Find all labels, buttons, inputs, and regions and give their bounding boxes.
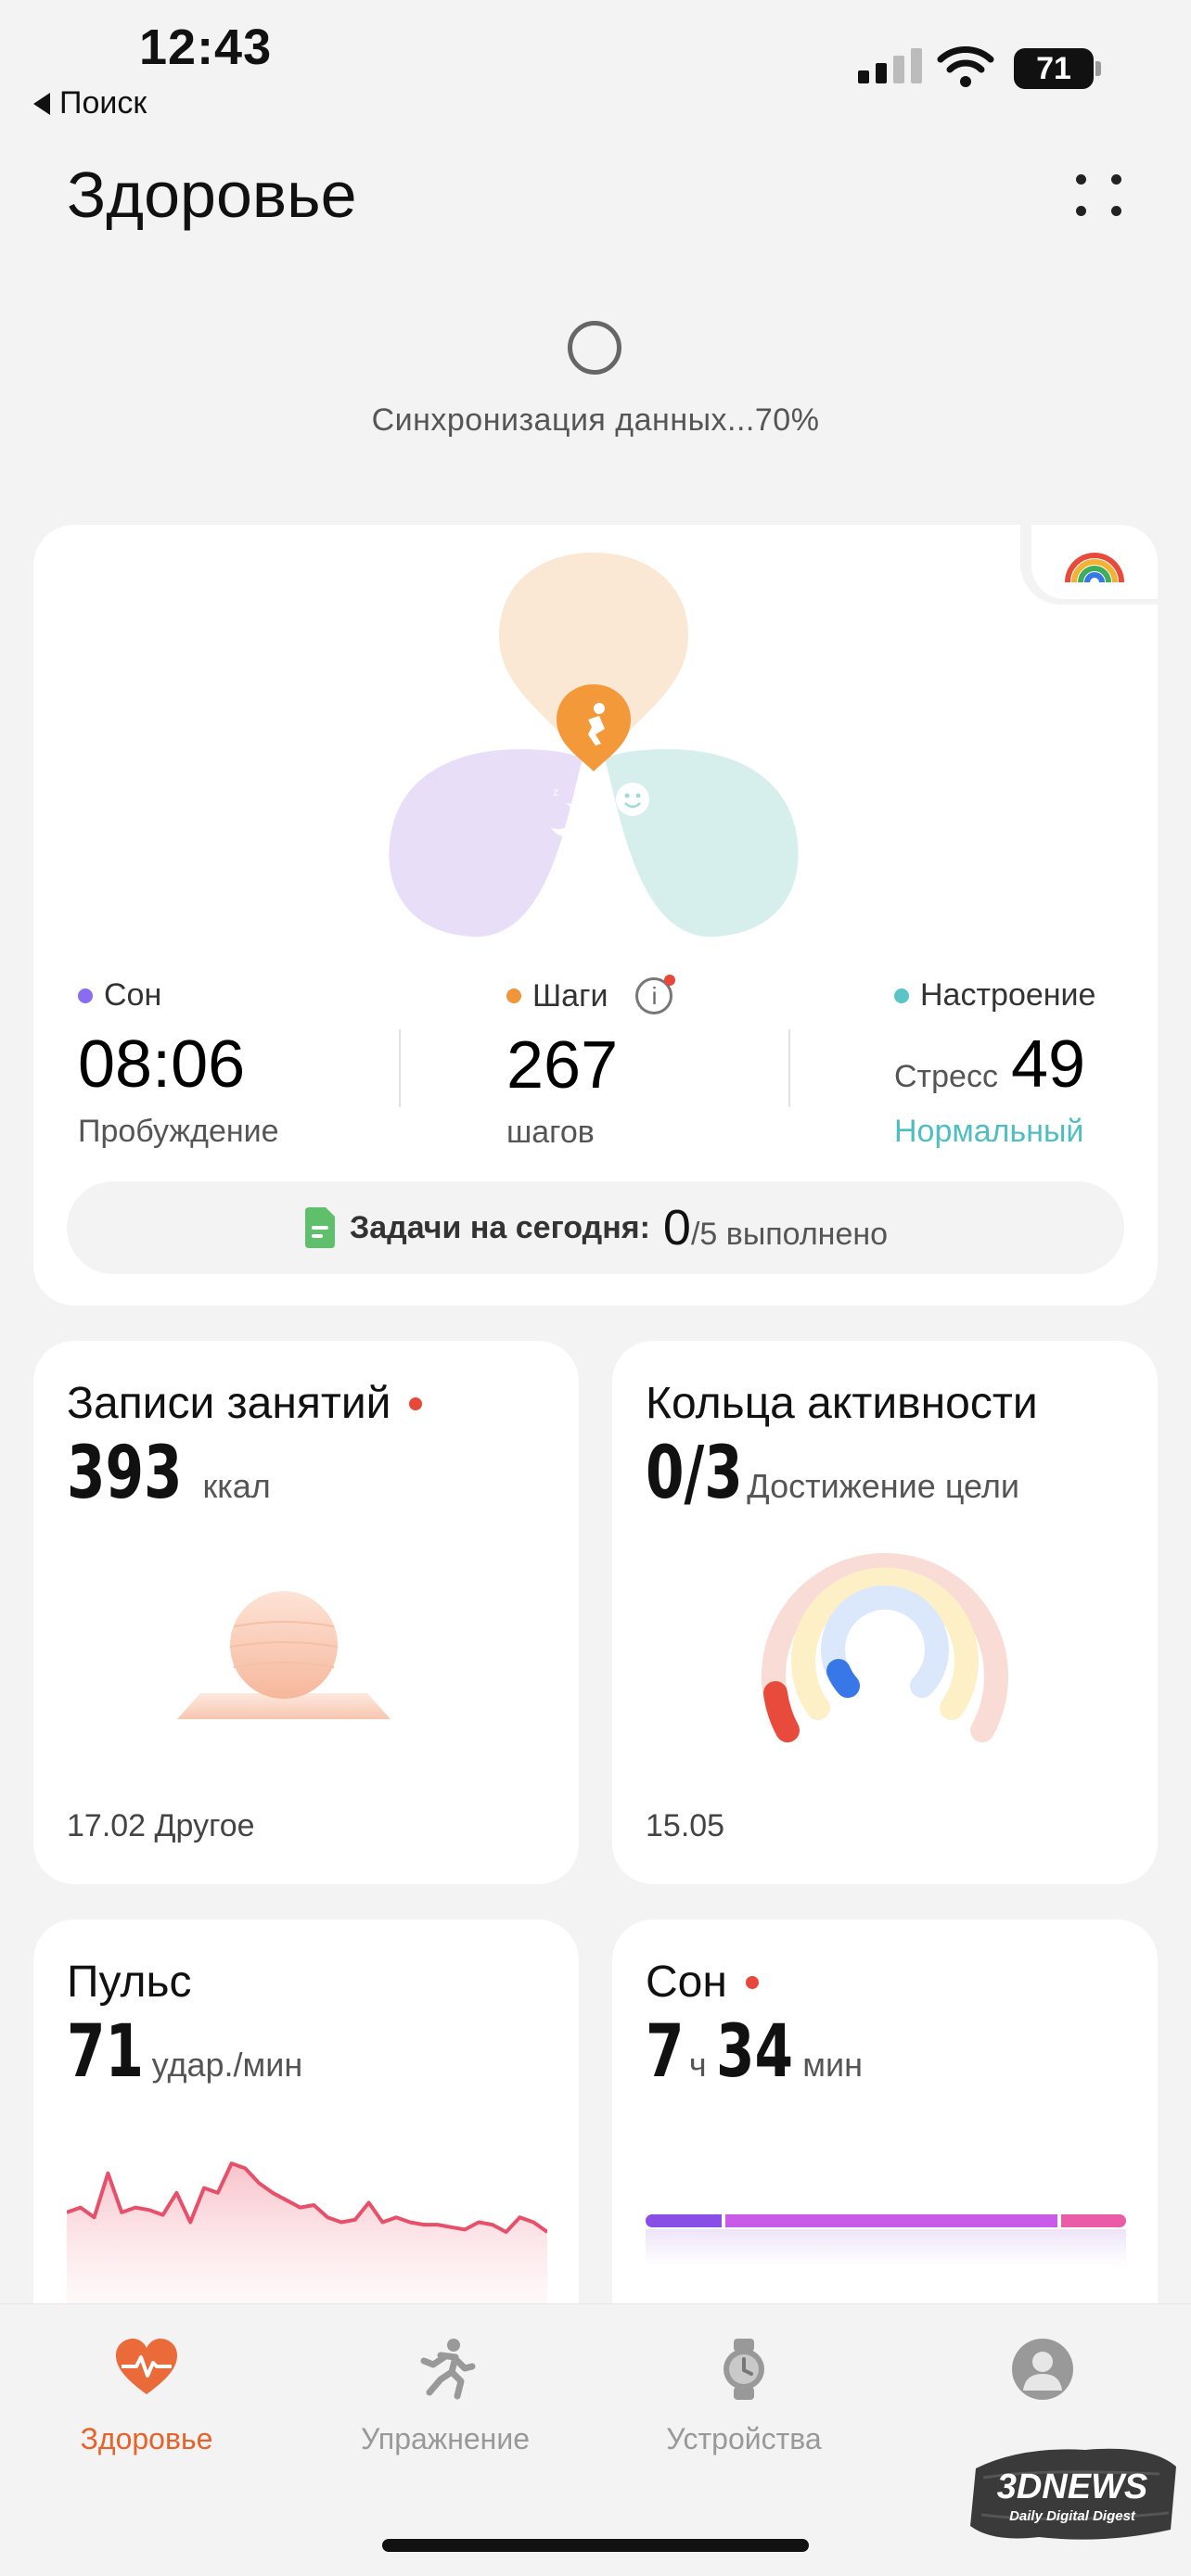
rainbow-badge[interactable] [1031,525,1158,599]
activity-rings-title: Кольца активности [646,1379,1038,1428]
back-arrow-icon [33,92,50,115]
wifi-icon [937,46,994,87]
steps-metric[interactable]: Шаги i 267 шагов [506,975,676,1151]
more-dots-icon[interactable] [1067,165,1132,230]
battery-level: 71 [1014,48,1094,89]
sleep-minutes: 34 [715,2010,793,2094]
activity-rings-unit: Достижение цели [747,1467,1019,1505]
activity-rings-icon [762,1552,1008,1742]
watch-icon [724,2339,764,2400]
mood-dot [894,988,909,1003]
tasks-label: Задачи на сегодня: [349,1209,650,1245]
three-petal-chart[interactable]: z [380,553,807,942]
sleep-dot [78,988,93,1003]
stress-prefix: Стресс [894,1059,998,1094]
workouts-unit: ккал [202,1467,271,1505]
sleep-stage-bar [646,2214,1126,2227]
workouts-kcal-value: 393 [67,1432,183,1515]
sleep-label: Сон [104,977,162,1013]
tab-health[interactable]: Здоровье [26,2337,267,2456]
heart-rate-unit: удар./мин [151,2046,303,2084]
sync-status-text: Синхронизация данных...70% [371,402,820,438]
tab-health-label: Здоровье [80,2422,213,2455]
steps-label: Шаги [532,977,608,1014]
activity-rings-footer: 15.05 [646,1808,725,1843]
steps-value: 267 [506,1028,619,1103]
exercise-ball-icon [177,1591,391,1719]
status-time: 12:43 [139,19,273,75]
stress-status: Нормальный [894,1114,1084,1149]
sleep-hours: 7 [646,2010,685,2094]
sleep-hours-unit: ч [688,2046,707,2084]
svg-text:Daily Digital Digest: Daily Digital Digest [1009,2508,1136,2524]
heart-rate-value: 71 [67,2010,145,2094]
sleep-stage-light [725,2214,1057,2227]
battery-tip [1095,61,1101,76]
tab-devices-label: Устройства [666,2422,822,2455]
metric-divider [788,1029,790,1107]
heart-rate-title: Пульс [67,1958,192,2007]
running-person-icon [420,2339,476,2400]
stress-value: 49 [1010,1027,1086,1102]
workouts-card[interactable]: Записи занятий 393 ккал 17.02 Другое [33,1341,579,1884]
mood-petal [605,749,799,937]
smiley-icon [616,783,649,816]
sync-spinner-icon [568,321,621,375]
steps-dot [506,988,521,1003]
activity-rings-value: 0/3 [646,1432,743,1515]
heart-rate-area [67,2163,547,2303]
profile-avatar-icon [1012,2339,1073,2400]
cellular-signal-icon [858,48,922,83]
tasks-total: /5 выполнено [690,1217,889,1252]
daily-tasks-bar[interactable]: Задачи на сегодня: 0/5 выполнено [67,1181,1124,1274]
rainbow-icon [1065,553,1124,583]
tab-exercise[interactable]: Упражнение [325,2337,566,2456]
page-title: Здоровье [67,159,357,231]
sleep-metric[interactable]: Сон 08:06 Пробуждение [78,977,279,1150]
3dnews-watermark-logo: 3DNEWS Daily Digital Digest [970,2448,1176,2540]
notification-dot [745,1975,759,1989]
back-to-search-link[interactable]: Поиск [33,85,147,121]
task-document-icon [304,1207,335,1248]
tasks-done-count: 0 [662,1200,691,1256]
workouts-footer: 17.02 Другое [67,1808,255,1843]
sleep-stage-deep [646,2214,722,2227]
sleep-bar-shadow [646,2229,1126,2266]
sleep-stage-rem [1061,2214,1126,2227]
sleep-card-title: Сон [646,1958,727,2007]
info-icon[interactable]: i [635,975,676,1014]
home-indicator[interactable] [382,2539,809,2552]
tab-devices[interactable]: Устройства [623,2337,864,2456]
sleep-sub: Пробуждение [78,1114,279,1149]
svg-text:z: z [553,785,558,798]
activity-rings-card[interactable]: Кольца активности 0/3 Достижение цели 15… [612,1341,1158,1884]
sleep-value: 08:06 [78,1027,246,1102]
svg-text:3DNEWS: 3DNEWS [997,2468,1148,2506]
workouts-title: Записи занятий [67,1379,391,1428]
tab-profile[interactable] [922,2337,1163,2422]
sleep-minutes-unit: мин [802,2046,863,2084]
tab-exercise-label: Упражнение [360,2422,531,2455]
mood-metric[interactable]: Настроение Стресс 49 Нормальный [894,977,1117,1150]
back-label: Поиск [59,85,147,121]
notification-dot [409,1396,423,1410]
heart-rate-sparkline [67,2162,547,2303]
mood-label: Настроение [920,977,1096,1013]
heart-pulse-icon [116,2339,177,2394]
sleep-petal [389,749,583,937]
steps-sub: шагов [506,1115,595,1150]
metric-divider [399,1029,401,1107]
